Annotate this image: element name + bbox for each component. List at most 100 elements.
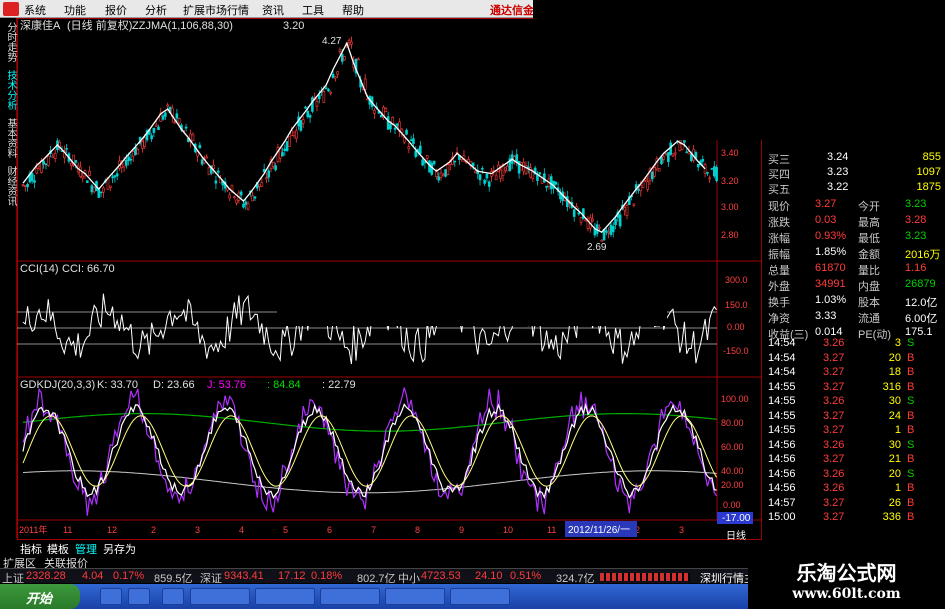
candle-body [200, 159, 204, 165]
tick-price: 3.26 [823, 482, 845, 494]
tick-price: 3.26 [823, 467, 845, 480]
candle-body [37, 166, 41, 170]
candle-body [129, 158, 133, 161]
tab-finance-news[interactable]: 财经资讯 [1, 166, 16, 206]
start-button[interactable]: 开始 [0, 584, 80, 609]
tab-intraday[interactable]: 分时走势 [1, 22, 16, 62]
candle-body [673, 152, 677, 155]
candle-body [506, 166, 509, 172]
candle-body [283, 148, 287, 151]
candle-body [393, 127, 397, 130]
tick-time: 14:55 [768, 409, 796, 422]
cci-occlusion [277, 283, 667, 326]
taskbar-quicklaunch-icon[interactable] [128, 588, 150, 605]
stat-label: 内盘 [858, 281, 880, 293]
tick-side: B [907, 351, 915, 364]
bid-label: 买三 [768, 154, 790, 166]
candle-body [154, 124, 158, 127]
x-axis-label: 3 [195, 525, 200, 535]
candle-body [205, 156, 209, 159]
candle-body [584, 219, 587, 222]
candle-body [141, 141, 144, 149]
stat-value: 3.28 [905, 214, 927, 226]
taskbar-quicklaunch-icon[interactable] [162, 588, 184, 605]
candle-body [136, 148, 140, 155]
tab-fundamentals[interactable]: 基本资料 [1, 118, 16, 158]
candle-body [102, 187, 105, 193]
candle-body [396, 123, 399, 126]
taskbar-quicklaunch-icon[interactable] [100, 588, 122, 605]
candle-body [244, 201, 248, 205]
candle-body [439, 172, 443, 178]
candle-body [623, 207, 627, 211]
menu-news[interactable]: 资讯 [262, 2, 284, 18]
candle-body [88, 170, 91, 176]
taskbar-window-button[interactable] [320, 588, 380, 605]
tick-price: 3.27 [823, 409, 845, 422]
menu-quote[interactable]: 报价 [105, 2, 127, 18]
candle-body [131, 151, 135, 157]
x-axis-label: 2011年 [19, 524, 47, 535]
stock-name: 深康佳A [20, 18, 61, 32]
tick-price: 3.26 [823, 337, 845, 349]
kdj-j-line [22, 387, 718, 516]
tick-side: S [907, 467, 915, 480]
candle-body [650, 171, 654, 180]
menu-function[interactable]: 功能 [64, 2, 86, 18]
tick-side: B [907, 409, 915, 422]
candle-body [696, 163, 700, 168]
tick-side: B [907, 482, 915, 494]
candle-body [301, 119, 305, 124]
menu-extended-market[interactable]: 扩展市场行情 [183, 2, 249, 18]
candle-body [51, 155, 55, 158]
candle-body [214, 180, 218, 184]
candle-body [242, 203, 245, 208]
kdj-tick: 100.00 [721, 394, 749, 404]
candle-body [311, 97, 314, 112]
tick-price: 3.27 [823, 424, 845, 436]
candle-body [481, 167, 484, 170]
tick-side: S [907, 438, 915, 451]
market-breadth-bar [600, 573, 690, 581]
candle-body [526, 166, 530, 169]
candle-body [86, 180, 89, 183]
candle-body [44, 163, 48, 166]
x-axis-label: 5 [283, 525, 288, 535]
taskbar-window-button[interactable] [255, 588, 315, 605]
tick-time: 14:56 [768, 482, 796, 494]
tick-side: B [907, 496, 915, 509]
taskbar-window-button[interactable] [450, 588, 510, 605]
candle-body [288, 136, 291, 147]
menu-help[interactable]: 帮助 [342, 2, 364, 18]
cci-value: CCI: 66.70 [62, 263, 115, 275]
tick-price: 3.27 [823, 351, 845, 364]
stat-label: 最高 [858, 217, 880, 229]
menu-analysis[interactable]: 分析 [145, 2, 167, 18]
sz-percent: 0.18% [311, 570, 343, 582]
tick-price: 3.27 [823, 511, 845, 523]
period-label: (日线 前复权) [67, 18, 132, 32]
candle-body [660, 156, 663, 165]
cci-tick: 0.00 [727, 322, 745, 332]
tick-volume: 30 [888, 395, 901, 407]
candle-body [338, 49, 342, 52]
taskbar-window-button[interactable] [190, 588, 250, 605]
menu-tools[interactable]: 工具 [302, 2, 324, 18]
menu-system[interactable]: 系统 [24, 2, 46, 18]
candle-body [127, 156, 130, 162]
candle-body [260, 182, 264, 187]
tick-time: 14:55 [768, 424, 796, 436]
candle-body [419, 145, 422, 154]
taskbar-window-button[interactable] [385, 588, 445, 605]
tick-price: 3.27 [823, 496, 845, 509]
candle-body [265, 177, 268, 180]
candle-body [122, 160, 126, 168]
tab-technical[interactable]: 技术分析 [1, 70, 16, 110]
candle-body [340, 54, 344, 62]
candle-body [423, 161, 427, 164]
tick-side: S [907, 337, 915, 349]
bid-price: 3.23 [827, 166, 849, 178]
candle-body [363, 78, 367, 90]
candle-body [317, 94, 321, 100]
candle-body [605, 230, 608, 233]
